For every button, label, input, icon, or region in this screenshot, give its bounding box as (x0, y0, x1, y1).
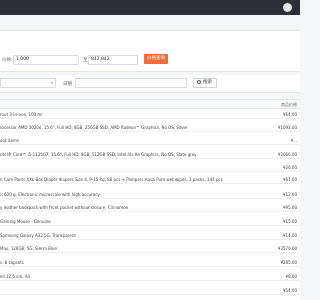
date-range-input[interactable] (75, 78, 187, 88)
table-row[interactable]: out items ¥... (0, 136, 300, 145)
product-price: ¥54.00 (283, 288, 297, 293)
table-row[interactable]: s, 8 capsets ¥285.00 (0, 258, 300, 267)
table-row[interactable]: ¥54.00 (0, 286, 300, 295)
product-price: ¥8.00 (285, 274, 297, 279)
product-name: rout 3-in-one, 100 ml (0, 112, 43, 117)
product-price: ¥15.00 (283, 219, 297, 224)
category-select[interactable]: ▾ (0, 78, 56, 88)
product-name: ): 620 g, Electronic microscale with hig… (0, 192, 100, 197)
max-price-input[interactable]: 842,842 (88, 55, 138, 65)
chevron-down-icon: ▾ (50, 80, 53, 85)
table-row[interactable]: Samsung Galaxy A32 5G, Transparent ¥14.00 (0, 231, 300, 240)
max-price-label: 至 (83, 58, 88, 63)
product-price: ¥64.00 (283, 112, 297, 117)
product-name: rocessor AMD 3020e, 15.6", Full HD, 8GB,… (0, 125, 188, 130)
table-row[interactable]: n Care Pants XXL Box Diaper diapers Size… (0, 175, 300, 184)
product-name: y leather backpack with front pocket wit… (0, 205, 129, 210)
table-row[interactable]: ¥26.00 (0, 163, 300, 172)
product-name: out items (0, 138, 19, 143)
product-price: ¥12.00 (283, 192, 297, 197)
table-row[interactable]: ell 12,5 cm, A4 ¥8.00 (0, 272, 300, 281)
product-price: ¥95.00 (283, 205, 297, 210)
product-name: s, 8 capsets (0, 260, 24, 265)
avatar[interactable] (283, 3, 292, 12)
product-price: ¥26.00 (283, 165, 297, 170)
product-price: ¥2570.00 (277, 246, 297, 251)
table-row[interactable]: y leather backpack with front pocket wit… (0, 203, 300, 212)
product-name: n Care Pants XXL Box Diaper diapers Size… (0, 177, 223, 182)
table-header: 商品价格 (0, 100, 300, 109)
product-price: ¥14.00 (283, 233, 297, 238)
product-name: Gaming Mouse - Genuine (0, 219, 51, 224)
search-button-label: 搜索 (203, 80, 212, 85)
search-button[interactable]: 搜索 (193, 78, 217, 88)
table-row[interactable]: ntel® Core™ i5-1135G7, 15.6", Full HD, 8… (0, 150, 300, 159)
product-name: ell 12,5 cm, A4 (0, 274, 31, 279)
table-row[interactable]: Gaming Mouse - Genuine ¥15.00 (0, 217, 300, 226)
date-label: 日期 (63, 82, 72, 87)
top-navigation-bar (0, 0, 300, 15)
search-icon (197, 79, 201, 84)
min-price-input[interactable]: 1,000 (13, 55, 79, 65)
search-filter-bar: ▾ 日期 (0, 75, 300, 93)
product-name: Samsung Galaxy A32 5G, Transparent (0, 233, 76, 238)
table-row[interactable]: rout 3-in-one, 100 ml ¥64.00 (0, 110, 300, 119)
product-name: ntel® Core™ i5-1135G7, 15.6", Full HD, 8… (0, 152, 197, 157)
price-filter-bar: 价格: 1,000 至 842,842 (0, 30, 300, 72)
product-price: ¥2066.00 (277, 152, 297, 157)
price-column-header: 商品价格 (281, 102, 297, 107)
product-name: Max, 128GB, 5G, Sierra Blue (0, 246, 57, 251)
table-row[interactable]: rocessor AMD 3020e, 15.6", Full HD, 8GB,… (0, 123, 300, 132)
table-row[interactable]: Max, 128GB, 5G, Sierra Blue ¥2570.00 (0, 244, 300, 253)
product-price: ¥285.00 (280, 260, 297, 265)
product-price: ¥61.00 (283, 177, 297, 182)
min-price-label: 价格: (2, 58, 13, 63)
product-table: 商品价格 rout 3-in-one, 100 ml ¥64.00 rocessor… (0, 99, 300, 300)
table-row[interactable]: ): 620 g, Electronic microscale with hig… (0, 190, 300, 199)
product-price: ¥... (290, 138, 297, 143)
price-query-button[interactable]: 价格查询 (144, 54, 168, 64)
product-price: ¥1092.00 (277, 125, 297, 130)
